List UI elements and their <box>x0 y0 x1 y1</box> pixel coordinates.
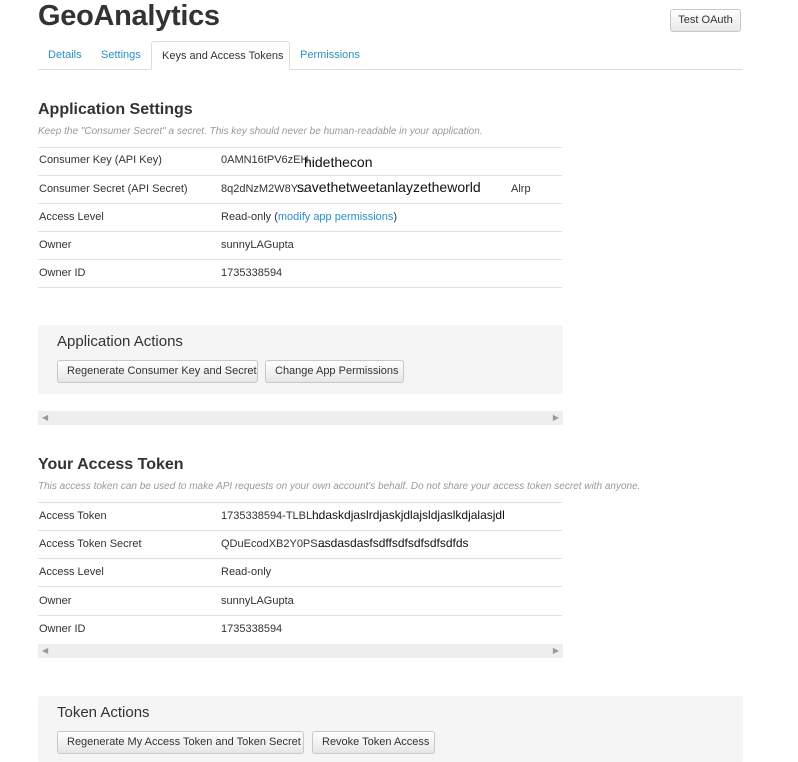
regenerate-consumer-key-button[interactable]: Regenerate Consumer Key and Secret <box>57 360 258 383</box>
row-divider <box>38 287 562 288</box>
row-divider <box>38 231 562 232</box>
regenerate-access-token-button[interactable]: Regenerate My Access Token and Token Sec… <box>57 731 304 754</box>
owner-id-value: 1735338594 <box>221 267 283 279</box>
row-divider <box>38 530 562 531</box>
access-level-value: Read-only (modify app permissions) <box>221 211 397 223</box>
triangle-right-icon[interactable]: ▶ <box>553 644 559 658</box>
consumer-secret-value: 8q2dNzM2W8Y... <box>221 183 306 195</box>
consumer-secret-suffix: Alrp <box>511 183 531 195</box>
tab-settings[interactable]: Settings <box>91 42 151 69</box>
row-divider <box>38 558 562 559</box>
access-token-description: This access token can be used to make AP… <box>38 481 641 492</box>
access-level-paren: ) <box>393 211 398 223</box>
token-owner-id-label: Owner ID <box>39 623 86 635</box>
row-divider <box>38 586 562 587</box>
row-divider <box>38 147 562 148</box>
token-access-level-label: Access Level <box>39 566 104 578</box>
modify-app-permissions-link[interactable]: modify app permissions <box>278 211 394 223</box>
access-level-text: Read-only ( <box>221 211 278 223</box>
access-token-secret-label: Access Token Secret <box>39 538 142 550</box>
access-token-secret-overlay: asdasdasfsdffsdfsdfsdfsdfds <box>318 536 469 550</box>
owner-id-label: Owner ID <box>39 267 86 279</box>
app-title: GeoAnalytics <box>38 0 220 32</box>
token-owner-value: sunnyLAGupta <box>221 595 294 607</box>
tab-keys-and-access-tokens[interactable]: Keys and Access Tokens <box>151 41 290 70</box>
application-settings-description: Keep the "Consumer Secret" a secret. Thi… <box>38 126 483 137</box>
change-app-permissions-button[interactable]: Change App Permissions <box>265 360 404 383</box>
owner-label: Owner <box>39 239 72 251</box>
access-token-value: 1735338594-TLBL... <box>221 510 322 522</box>
application-actions-heading: Application Actions <box>57 333 183 350</box>
owner-value: sunnyLAGupta <box>221 239 294 251</box>
horizontal-scrollbar[interactable]: ◀ ▶ <box>38 644 563 658</box>
consumer-secret-overlay: savethetweetanlayzetheworld <box>297 179 481 195</box>
horizontal-scrollbar[interactable]: ◀ ▶ <box>38 411 563 425</box>
token-owner-label: Owner <box>39 595 72 607</box>
access-level-label: Access Level <box>39 211 104 223</box>
consumer-key-label: Consumer Key (API Key) <box>39 154 162 166</box>
row-divider <box>38 175 562 176</box>
consumer-secret-label: Consumer Secret (API Secret) <box>39 183 188 195</box>
row-divider <box>38 502 562 503</box>
application-settings-heading: Application Settings <box>38 101 193 118</box>
triangle-left-icon[interactable]: ◀ <box>42 644 48 658</box>
row-divider <box>38 615 562 616</box>
token-owner-id-value: 1735338594 <box>221 623 283 635</box>
token-actions-heading: Token Actions <box>57 704 150 721</box>
row-divider <box>38 259 562 260</box>
access-token-secret-value: QDuEcodXB2Y0PS... <box>221 538 327 550</box>
tab-permissions[interactable]: Permissions <box>290 42 370 69</box>
consumer-key-overlay: hidethecon <box>304 154 373 170</box>
access-token-overlay: hdaskdjaslrdjaskjdlajsldjaslkdjalasjdl <box>312 508 505 522</box>
your-access-token-heading: Your Access Token <box>38 456 184 473</box>
access-token-label: Access Token <box>39 510 107 522</box>
triangle-left-icon[interactable]: ◀ <box>42 411 48 425</box>
revoke-token-access-button[interactable]: Revoke Token Access <box>312 731 435 754</box>
triangle-right-icon[interactable]: ▶ <box>553 411 559 425</box>
row-divider <box>38 203 562 204</box>
tab-details[interactable]: Details <box>38 42 92 69</box>
test-oauth-button[interactable]: Test OAuth <box>670 9 741 32</box>
tabs-divider <box>38 69 743 70</box>
token-access-level-value: Read-only <box>221 566 272 578</box>
